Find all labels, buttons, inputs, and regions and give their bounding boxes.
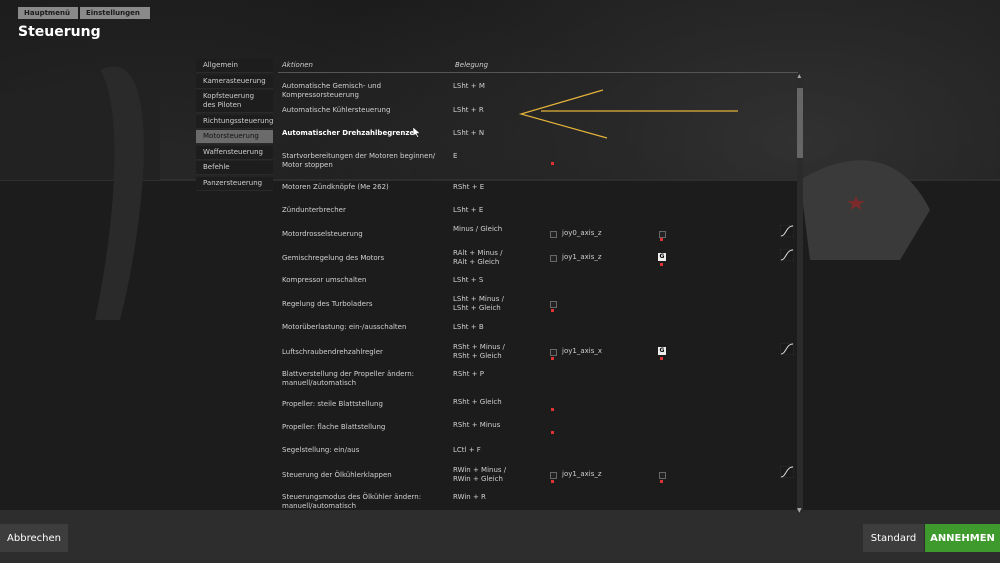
scrollbar[interactable] [797, 78, 803, 514]
gamepad-g-icon[interactable]: G [658, 347, 666, 355]
action-label: Kompressor umschalten [282, 276, 367, 284]
category-item-weapons[interactable]: Waffensteuerung [196, 145, 273, 160]
axis-binding[interactable]: joy1_axis_x [562, 347, 602, 356]
action-label: Blattverstellung der Propeller ändern: m… [282, 370, 415, 387]
conflict-marker [660, 263, 663, 266]
key-binding[interactable]: LSht + N [453, 129, 513, 138]
invert-checkbox[interactable] [659, 231, 666, 238]
conflict-marker [551, 480, 554, 483]
action-label: Luftschraubendrehzahlregler [282, 348, 383, 356]
key-binding[interactable]: RSht + P [453, 370, 513, 379]
cancel-button[interactable]: Abbrechen [0, 524, 68, 552]
action-label: Automatische Gemisch- und Kompressorsteu… [282, 82, 382, 99]
conflict-marker [660, 480, 663, 483]
key-binding[interactable]: LSht + M [453, 82, 513, 91]
action-label: Automatischer Drehzahlbegrenzer [282, 129, 418, 137]
axis-curve-icon[interactable] [780, 466, 794, 478]
action-label: Startvorbereitungen der Motoren beginnen… [282, 152, 436, 169]
key-binding[interactable]: LSht + B [453, 323, 513, 332]
category-item-general[interactable]: Allgemein [196, 59, 273, 73]
breadcrumb-settings[interactable]: Einstellungen [79, 7, 150, 19]
axis-checkbox[interactable] [550, 255, 557, 262]
binding-list: Automatische Gemisch- und Kompressorsteu… [282, 78, 802, 513]
action-label: Motoren Zündknöpfe (Me 262) [282, 183, 389, 191]
key-binding[interactable]: RSht + E [453, 183, 513, 192]
category-item-commands[interactable]: Befehle [196, 161, 273, 175]
action-label: Steuerungsmodus des Ölkühler ändern: man… [282, 493, 422, 510]
axis-checkbox[interactable] [550, 349, 557, 356]
axis-curve-icon[interactable] [780, 343, 794, 355]
breadcrumb-main-menu[interactable]: Hauptmenü [18, 7, 78, 19]
category-item-tank[interactable]: Panzersteuerung [196, 176, 273, 191]
conflict-marker [551, 431, 554, 434]
invert-checkbox[interactable] [659, 472, 666, 479]
key-binding[interactable]: LSht + S [453, 276, 513, 285]
key-binding[interactable]: LSht + E [453, 206, 513, 215]
category-item-camera[interactable]: Kamerasteuerung [196, 74, 273, 89]
conflict-marker [551, 162, 554, 165]
key-binding[interactable]: RSht + Minus / RSht + Gleich [453, 343, 513, 361]
category-item-engine[interactable]: Motorsteuerung [196, 130, 273, 144]
action-label: Regelung des Turboladers [282, 300, 373, 308]
key-binding[interactable]: RAlt + Minus / RAlt + Gleich [453, 249, 513, 267]
category-list: Allgemein Kamerasteuerung Kopfsteuerung … [196, 59, 273, 192]
key-binding[interactable]: RSht + Minus [453, 421, 513, 430]
action-label: Propeller: steile Blattstellung [282, 400, 383, 408]
conflict-marker [660, 357, 663, 360]
axis-checkbox[interactable] [550, 231, 557, 238]
category-item-head-control[interactable]: Kopfsteuerung des Piloten [196, 90, 273, 113]
accept-button[interactable]: ANNEHMEN [925, 524, 1000, 552]
key-binding[interactable]: LCtl + F [453, 446, 513, 455]
axis-checkbox[interactable] [550, 301, 557, 308]
action-label: Segelstellung: ein/aus [282, 446, 360, 454]
key-binding[interactable]: RWin + R [453, 493, 513, 502]
conflict-marker [551, 357, 554, 360]
key-binding[interactable]: RWin + Minus / RWin + Gleich [453, 466, 513, 484]
gamepad-g-icon[interactable]: G [658, 253, 666, 261]
axis-curve-icon[interactable] [780, 249, 794, 261]
action-label: Steuerung der Ölkühlerklappen [282, 471, 392, 479]
table-divider [278, 72, 798, 73]
category-item-direction[interactable]: Richtungssteuerung [196, 114, 273, 129]
key-binding[interactable]: LSht + Minus / LSht + Gleich [453, 295, 513, 313]
key-binding[interactable]: RSht + Gleich [453, 398, 513, 407]
axis-binding[interactable]: joy1_axis_z [562, 253, 602, 262]
action-label: Gemischregelung des Motors [282, 254, 385, 262]
column-header-binding: Belegung [455, 61, 489, 69]
axis-curve-icon[interactable] [780, 225, 794, 237]
conflict-marker [551, 408, 554, 411]
axis-binding[interactable]: joy0_axis_z [562, 229, 602, 238]
page-title: Steuerung [18, 24, 101, 40]
column-header-actions: Aktionen [282, 61, 313, 69]
key-binding[interactable]: LSht + R [453, 106, 513, 115]
conflict-marker [660, 238, 663, 241]
action-label: Motordrosselsteuerung [282, 230, 363, 238]
action-label: Automatische Kühlersteuerung [282, 106, 391, 114]
action-label: Zündunterbrecher [282, 206, 346, 214]
key-binding[interactable]: E [453, 152, 513, 161]
mouse-cursor-icon [413, 127, 421, 138]
axis-binding[interactable]: joy1_axis_z [562, 470, 602, 479]
default-button[interactable]: Standard [863, 524, 924, 552]
axis-checkbox[interactable] [550, 472, 557, 479]
key-binding[interactable]: Minus / Gleich [453, 225, 513, 234]
action-label: Propeller: flache Blattstellung [282, 423, 386, 431]
scrollbar-thumb[interactable] [797, 88, 803, 158]
conflict-marker [551, 309, 554, 312]
scroll-down-arrow[interactable]: ▼ [797, 507, 802, 514]
breadcrumb: Hauptmenü Einstellungen [18, 7, 150, 19]
action-label: Motorüberlastung: ein-/ausschalten [282, 323, 407, 331]
